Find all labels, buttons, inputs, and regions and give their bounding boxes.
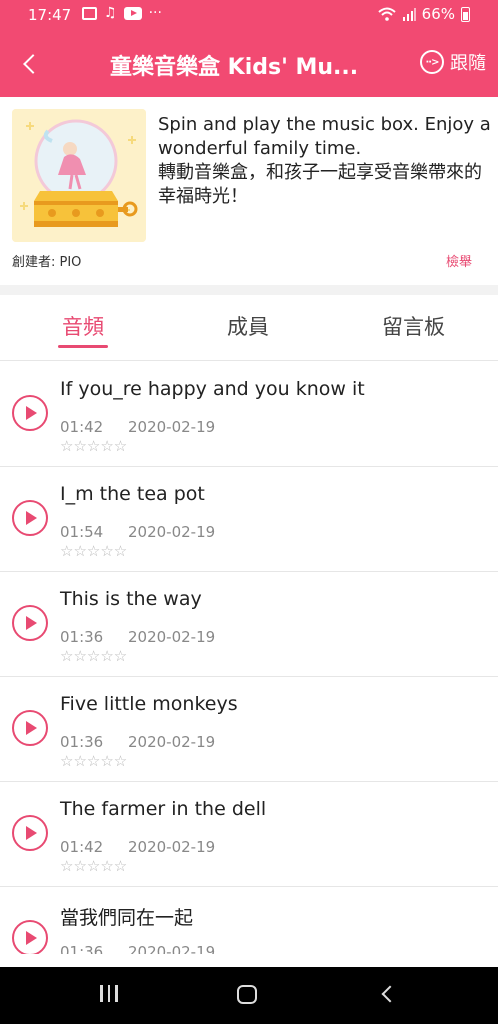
rating-stars-icon: ☆☆☆☆☆ [60, 857, 128, 875]
wifi-icon [377, 7, 396, 21]
play-icon[interactable] [12, 710, 48, 746]
tab-members[interactable]: 成員 [227, 311, 269, 341]
track-date: 2020-02-19 [128, 733, 216, 751]
list-item[interactable]: The farmer in the dell 01:42 2020-02-19 … [0, 782, 498, 887]
track-title: 當我們同在一起 [60, 907, 194, 929]
list-item[interactable]: Five little monkeys 01:36 2020-02-19 ☆☆☆… [0, 677, 498, 782]
follow-button[interactable]: ··> 跟隨 [420, 49, 486, 75]
music-box-illustration [12, 109, 146, 242]
track-date: 2020-02-19 [128, 523, 216, 541]
system-nav-bar [0, 967, 498, 1024]
rating-stars-icon: ☆☆☆☆☆ [60, 647, 128, 665]
section-divider [0, 285, 498, 295]
gallery-icon [82, 6, 97, 20]
track-date: 2020-02-19 [128, 838, 216, 856]
rating-stars-icon: ☆☆☆☆☆ [60, 542, 128, 560]
track-title: I_m the tea pot [60, 483, 205, 505]
track-title: The farmer in the dell [60, 798, 267, 820]
cover-image[interactable] [12, 109, 146, 242]
list-item[interactable]: This is the way 01:36 2020-02-19 ☆☆☆☆☆ [0, 572, 498, 677]
status-time: 17:47 [28, 6, 72, 24]
track-duration: 01:36 [60, 733, 104, 751]
music-icon: ♫ [104, 5, 117, 21]
active-tab-indicator [58, 345, 108, 348]
tab-audio[interactable]: 音頻 [62, 311, 104, 341]
play-icon[interactable] [12, 815, 48, 851]
track-date: 2020-02-19 [128, 628, 216, 646]
back-icon[interactable] [381, 985, 399, 1003]
track-duration: 01:42 [60, 838, 104, 856]
youtube-icon [123, 6, 142, 20]
battery-icon [461, 6, 470, 22]
follow-label: 跟隨 [450, 53, 486, 74]
chevron-left-icon [23, 54, 43, 74]
track-duration: 01:42 [60, 418, 104, 436]
title-bar: 童樂音樂盒 Kids' Mu... ··> 跟隨 [0, 36, 498, 92]
track-duration: 01:54 [60, 523, 104, 541]
creator-label: 創建者: PIO [12, 255, 82, 270]
channel-intro: Spin and play the music box. Enjoy a won… [0, 97, 498, 285]
page-title: 童樂音樂盒 Kids' Mu... [110, 55, 359, 80]
track-date: 2020-02-19 [128, 943, 216, 954]
back-button[interactable] [14, 48, 46, 80]
track-title: If you_re happy and you know it [60, 378, 365, 400]
track-date: 2020-02-19 [128, 418, 216, 436]
channel-description: Spin and play the music box. Enjoy a won… [158, 113, 493, 209]
track-duration: 01:36 [60, 628, 104, 646]
status-bar: 17:47 ♫ ··· 66% [0, 0, 498, 32]
list-item[interactable]: I_m the tea pot 01:54 2020-02-19 ☆☆☆☆☆ [0, 467, 498, 572]
description-text: Spin and play the music box. Enjoy a won… [158, 114, 491, 207]
list-item[interactable]: 當我們同在一起 01:36 2020-02-19 ☆☆☆☆☆ [0, 887, 498, 954]
track-title: Five little monkeys [60, 693, 238, 715]
track-duration: 01:36 [60, 943, 104, 954]
play-icon[interactable] [12, 920, 48, 954]
track-list: If you_re happy and you know it 01:42 20… [0, 362, 498, 954]
more-notifications-icon: ··· [148, 5, 162, 21]
home-icon[interactable] [237, 985, 257, 1004]
rating-stars-icon: ☆☆☆☆☆ [60, 752, 128, 770]
tab-message-board[interactable]: 留言板 [382, 311, 445, 341]
signal-icon [402, 8, 416, 21]
follow-icon: ··> [420, 50, 444, 74]
report-link[interactable]: 檢舉 [446, 251, 472, 270]
play-icon[interactable] [12, 395, 48, 431]
play-icon[interactable] [12, 500, 48, 536]
play-icon[interactable] [12, 605, 48, 641]
recent-apps-icon[interactable] [100, 985, 118, 1002]
rating-stars-icon: ☆☆☆☆☆ [60, 437, 128, 455]
list-item[interactable]: If you_re happy and you know it 01:42 20… [0, 362, 498, 467]
battery-percent: 66% [421, 5, 455, 23]
track-title: This is the way [60, 588, 202, 610]
app-header: 17:47 ♫ ··· 66% 童樂音樂盒 Kids' Mu... ··> 跟隨 [0, 0, 498, 97]
tab-bar: 音頻 成員 留言板 [0, 295, 498, 361]
